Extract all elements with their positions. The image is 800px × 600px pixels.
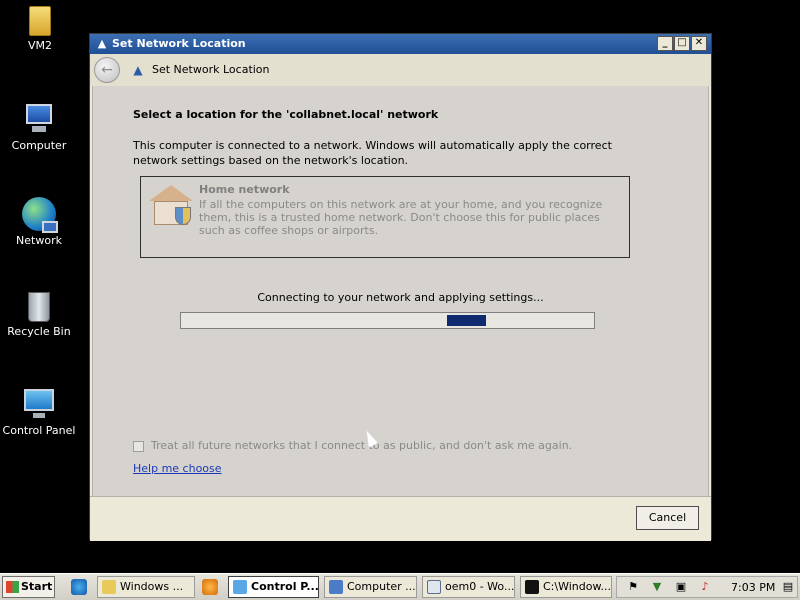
folder-icon bbox=[29, 6, 51, 36]
title-bar[interactable]: ▲ Set Network Location _ □ ✕ bbox=[90, 34, 711, 54]
taskbar-item-label: Control P... bbox=[251, 580, 319, 593]
computer-icon bbox=[329, 580, 343, 594]
control-panel-icon bbox=[233, 580, 247, 594]
home-network-title: Home network bbox=[199, 183, 290, 196]
network-tray-icon[interactable]: ▣ bbox=[674, 580, 688, 594]
desktop-icon-label: Network bbox=[16, 234, 62, 247]
computer-icon bbox=[22, 102, 56, 136]
set-network-location-window: ▲ Set Network Location _ □ ✕ ← ▲ Set Net… bbox=[89, 33, 712, 541]
desktop-icon-control-panel[interactable]: Control Panel bbox=[0, 387, 79, 437]
progress-label: Connecting to your network and applying … bbox=[257, 291, 544, 304]
progress-bar bbox=[180, 312, 595, 329]
desktop-icon-computer[interactable]: Computer bbox=[0, 102, 79, 152]
cancel-button[interactable]: Cancel bbox=[636, 506, 699, 530]
security-shield-icon[interactable]: ▼ bbox=[650, 580, 664, 594]
home-network-icon bbox=[147, 185, 195, 229]
treat-networks-public-checkbox[interactable] bbox=[133, 441, 144, 452]
action-center-flag-icon[interactable]: ⚑ bbox=[626, 580, 640, 594]
desktop-icon-label: VM2 bbox=[27, 39, 52, 52]
explorer-icon bbox=[102, 580, 116, 594]
control-panel-icon bbox=[22, 387, 56, 421]
network-icon bbox=[22, 197, 58, 233]
home-network-option[interactable]: Home network If all the computers on thi… bbox=[140, 176, 630, 258]
notepad-icon bbox=[427, 580, 441, 594]
network-location-icon: ▲ bbox=[133, 63, 143, 77]
internet-explorer-icon[interactable] bbox=[71, 579, 87, 595]
taskbar-item-oem0[interactable]: oem0 - Wo... bbox=[422, 576, 515, 598]
desktop-icon-recycle-bin[interactable]: Recycle Bin bbox=[0, 292, 79, 338]
windows-logo-icon bbox=[6, 581, 19, 593]
treat-networks-public-label: Treat all future networks that I connect… bbox=[151, 439, 573, 452]
dialog-content: Select a location for the 'collabnet.loc… bbox=[92, 86, 709, 496]
desktop-icon-label: Control Panel bbox=[2, 424, 76, 437]
desktop-icon-label: Computer bbox=[11, 139, 67, 152]
start-button[interactable]: Start bbox=[2, 576, 55, 598]
taskbar-item-windows[interactable]: Windows ... bbox=[97, 576, 195, 598]
network-location-icon: ▲ bbox=[97, 37, 107, 50]
dialog-footer: Cancel bbox=[90, 496, 711, 541]
desktop-icon-network[interactable]: Network bbox=[0, 197, 79, 247]
page-heading: Select a location for the 'collabnet.loc… bbox=[133, 108, 439, 121]
progress-marquee-segment bbox=[447, 315, 486, 326]
home-network-description: If all the computers on this network are… bbox=[199, 198, 603, 237]
show-desktop-icon[interactable]: ▤ bbox=[781, 580, 795, 594]
nav-title: Set Network Location bbox=[152, 63, 270, 76]
taskbar-item-label: Computer ... bbox=[347, 580, 416, 593]
taskbar-item-label: Windows ... bbox=[120, 580, 184, 593]
taskbar-item-label: C:\Window... bbox=[543, 580, 611, 593]
recycle-bin-icon bbox=[28, 292, 50, 322]
taskbar-item-cmd[interactable]: C:\Window... bbox=[520, 576, 612, 598]
start-label: Start bbox=[21, 580, 53, 593]
back-button[interactable]: ← bbox=[94, 57, 120, 83]
taskbar-item-label: oem0 - Wo... bbox=[445, 580, 515, 593]
desktop-icon-label: Recycle Bin bbox=[7, 325, 71, 338]
close-button[interactable]: ✕ bbox=[691, 36, 707, 51]
minimize-button[interactable]: _ bbox=[657, 36, 673, 51]
system-tray: ⚑ ▼ ▣ ♪ 7:03 PM ▤ bbox=[616, 576, 798, 598]
clock[interactable]: 7:03 PM bbox=[731, 581, 775, 594]
volume-muted-icon[interactable]: ♪ bbox=[698, 580, 712, 594]
taskbar-item-control-panel[interactable]: Control P... bbox=[228, 576, 319, 598]
help-me-choose-link[interactable]: Help me choose bbox=[133, 462, 222, 475]
taskbar-item-computer[interactable]: Computer ... bbox=[324, 576, 417, 598]
taskbar: Start Windows ... Control P... Computer … bbox=[0, 573, 800, 600]
desktop-icon-vm2[interactable]: VM2 bbox=[0, 6, 80, 52]
cmd-icon bbox=[525, 580, 539, 594]
maximize-button[interactable]: □ bbox=[674, 36, 690, 51]
page-description: This computer is connected to a network.… bbox=[133, 139, 612, 167]
window-title: Set Network Location bbox=[112, 37, 246, 50]
nav-bar: ← ▲ Set Network Location bbox=[90, 54, 711, 86]
media-player-icon[interactable] bbox=[202, 579, 218, 595]
